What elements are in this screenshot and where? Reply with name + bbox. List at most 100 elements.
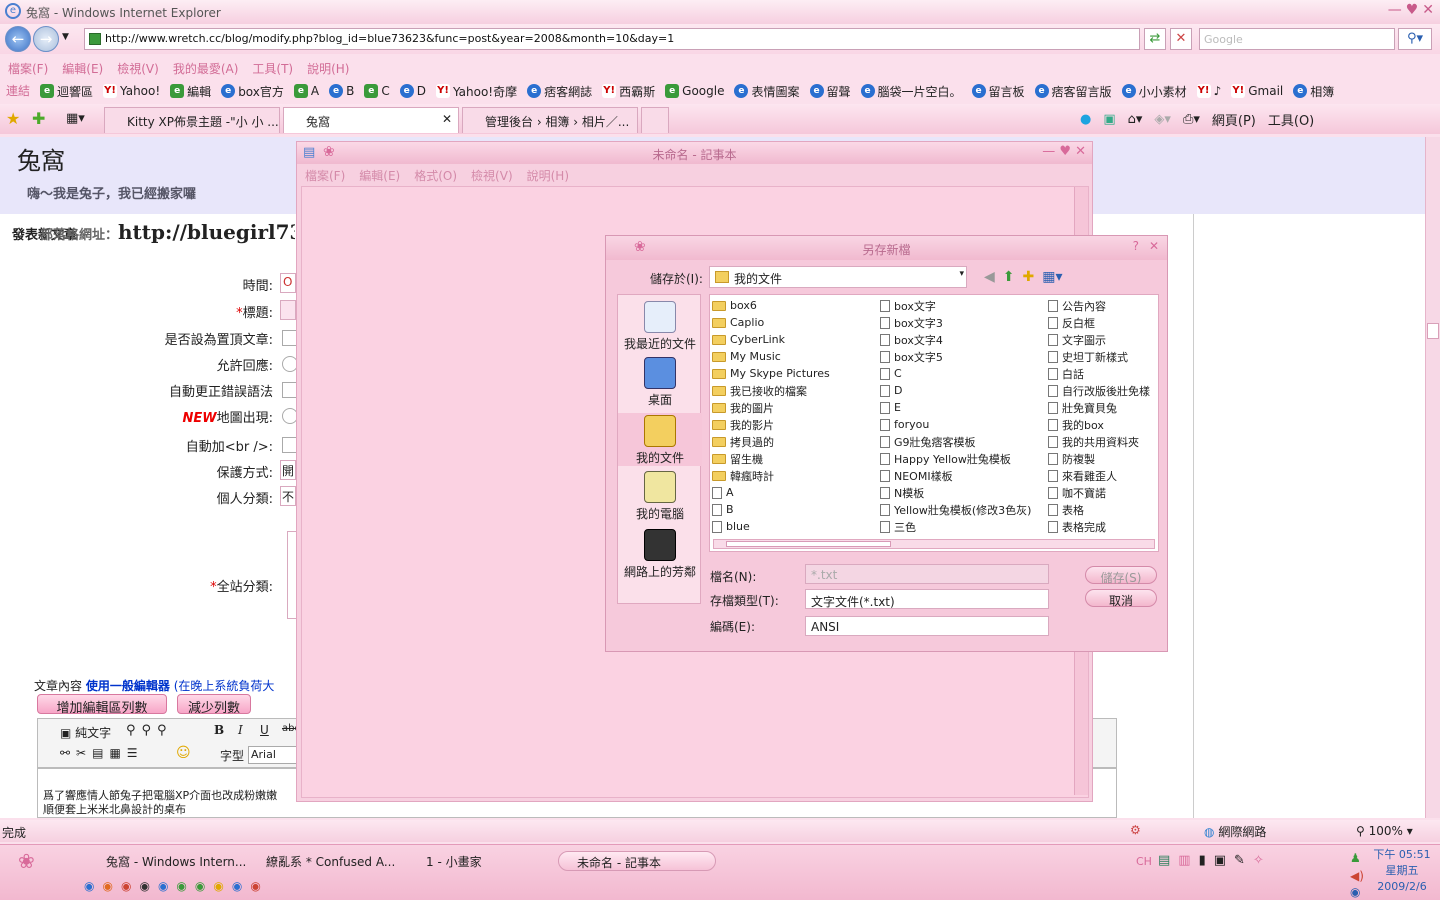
italic-icon[interactable]: I [238,723,243,737]
find-icon[interactable]: ⚲⚲⚲ [126,723,173,738]
place-desktop[interactable]: 桌面 [618,357,702,408]
link-item[interactable]: e 相簿 [1293,82,1334,100]
quick-launch-icon[interactable]: ◉ [250,879,260,893]
quick-launch-icon[interactable]: ◉ [158,879,168,893]
link-item[interactable]: e Google [665,82,724,100]
file-item[interactable]: C [880,365,1050,382]
scroll-thumb[interactable] [726,541,891,547]
menu-item[interactable]: 我的最愛(A) [173,60,239,78]
quick-launch-icon[interactable]: ◉ [121,879,131,893]
time-input[interactable]: O [280,273,296,293]
tab-close-icon[interactable]: ✕ [442,112,452,126]
link-item[interactable]: Y! Gmail [1231,82,1283,100]
file-item[interactable]: G9壯兔痞客模板 [880,433,1050,450]
file-item[interactable]: 表格完成 [1048,518,1158,535]
file-item[interactable]: E [880,399,1050,416]
file-item[interactable]: 我的共用資料夾 [1048,433,1158,450]
file-item[interactable]: 來看雞歪人 [1048,467,1158,484]
clock[interactable]: 下午 05:51 星期五 2009/2/6 [1372,847,1432,895]
file-item[interactable]: CyberLink [712,331,882,348]
file-item[interactable]: 韓瘋時計 [712,467,882,484]
file-item[interactable]: 文字圖示 [1048,331,1158,348]
file-item[interactable]: box文字4 [880,331,1050,348]
file-item[interactable]: blue [712,518,882,535]
taskbar-notepad[interactable]: 未命名 - 記事本 [558,851,716,871]
ime-icon[interactable]: ✧ [1253,853,1264,868]
filename-input[interactable]: *.txt [805,564,1049,584]
link-item[interactable]: e 腦袋一片空白。 [860,82,962,100]
scroll-thumb[interactable] [1427,323,1439,339]
start-button[interactable]: ❀ [18,849,35,873]
skype-icon[interactable]: ● [1080,112,1091,127]
file-item[interactable]: 留生機 [712,450,882,467]
favorites-star-icon[interactable]: ★ [6,109,20,128]
tab-admin[interactable]: 管理後台 › 相簿 › 相片／... [462,107,638,133]
help-icon[interactable]: ? [1133,239,1139,253]
page-menu[interactable]: 網頁(P) [1212,110,1256,129]
file-item[interactable]: Caplio [712,314,882,331]
file-item[interactable]: 咖不寶諾 [1048,484,1158,501]
up-folder-icon[interactable]: ⬆ [1003,269,1015,285]
search-icon[interactable]: ⚲▾ [1398,28,1432,50]
dialog-close-icon[interactable]: ✕ [1149,239,1159,253]
file-item[interactable]: N模板 [880,484,1050,501]
ime-icon[interactable]: ▣ [1214,853,1226,868]
popup-blocker-icon[interactable]: ⚙ [1130,823,1141,837]
bold-icon[interactable]: B [214,723,224,737]
add-favorite-icon[interactable]: ✚ [32,109,45,128]
quick-launch-icon[interactable]: ◉ [232,879,242,893]
new-folder-icon[interactable]: ✚ [1023,269,1035,285]
file-item[interactable]: 拷貝過的 [712,433,882,450]
file-item[interactable]: box文字5 [880,348,1050,365]
category-select[interactable]: 不 [280,486,296,506]
file-item[interactable]: 公告內容 [1048,297,1158,314]
file-item[interactable]: 防複製 [1048,450,1158,467]
file-item[interactable]: 白話 [1048,365,1158,382]
link-item[interactable]: e 痞客網誌 [527,82,592,100]
tools-menu[interactable]: 工具(O) [1268,110,1314,129]
quick-launch-icon[interactable]: ◉ [176,879,186,893]
stop-button[interactable]: ✕ [1170,28,1192,50]
file-type-select[interactable]: 文字文件(*.txt) [805,589,1049,609]
file-item[interactable]: 我已接收的檔案 [712,382,882,399]
place-network[interactable]: 網路上的芳鄰 [618,529,702,580]
refresh-button[interactable]: ⇄ [1144,28,1166,50]
reduce-rows-button[interactable]: 減少列數 [177,694,251,716]
feeds-icon[interactable]: ◈▾ [1154,112,1171,127]
menu-item[interactable]: 檢視(V) [117,60,159,78]
minimize-icon[interactable]: — [1388,2,1402,18]
link-item[interactable]: e box官方 [221,82,284,100]
menu-item[interactable]: 編輯(E) [62,60,103,78]
file-item[interactable]: 我的box [1048,416,1158,433]
tray-volume-icon[interactable]: ◀) [1350,869,1364,883]
file-item[interactable]: box文字 [880,297,1050,314]
language-indicator[interactable]: CH [1136,855,1152,868]
place-my-documents[interactable]: 我的文件 [618,413,702,466]
file-item[interactable]: 史坦丁新樣式 [1048,348,1158,365]
file-item[interactable]: 我的影片 [712,416,882,433]
file-list[interactable]: box6 Caplio CyberLink My Music My Skype Pict… [709,294,1159,552]
quick-launch-icon[interactable]: ◉ [102,879,112,893]
menu-item[interactable]: 說明(H) [307,60,349,78]
link-item[interactable]: eB [329,82,354,100]
file-item[interactable]: D [880,382,1050,399]
search-input[interactable]: Google [1199,28,1395,50]
underline-icon[interactable]: U [260,723,269,737]
emoticon-icon[interactable]: ☺ [176,745,191,761]
link-item[interactable]: eA [293,82,319,100]
home-icon[interactable]: ⌂▾ [1128,112,1143,127]
tray-user-icon[interactable]: ♟ [1350,851,1361,865]
file-list-hscrollbar[interactable] [713,539,1155,549]
heart-maximize-icon[interactable]: ♥ [1406,2,1419,18]
tab-kitty[interactable]: Kitty XP佈景主題 -"小 小 ... [104,107,280,133]
tab-rabbit-nest[interactable]: 兔窩 ✕ [283,107,459,133]
taskbar-confused[interactable]: 繚亂系 * Confused A... [248,851,398,871]
page-scrollbar[interactable] [1425,137,1440,818]
print-icon[interactable]: ⎙▾ [1183,112,1200,127]
link-item[interactable]: e 痞客留言版 [1034,82,1112,100]
quick-launch-icon[interactable]: ◉ [84,879,94,893]
notepad-menu-item[interactable]: 格式(O) [414,167,457,184]
save-button[interactable]: 儲存(S) [1085,566,1157,585]
cancel-button[interactable]: 取消 [1085,589,1157,608]
quick-tabs-icon[interactable]: ▦▾ [66,111,85,126]
